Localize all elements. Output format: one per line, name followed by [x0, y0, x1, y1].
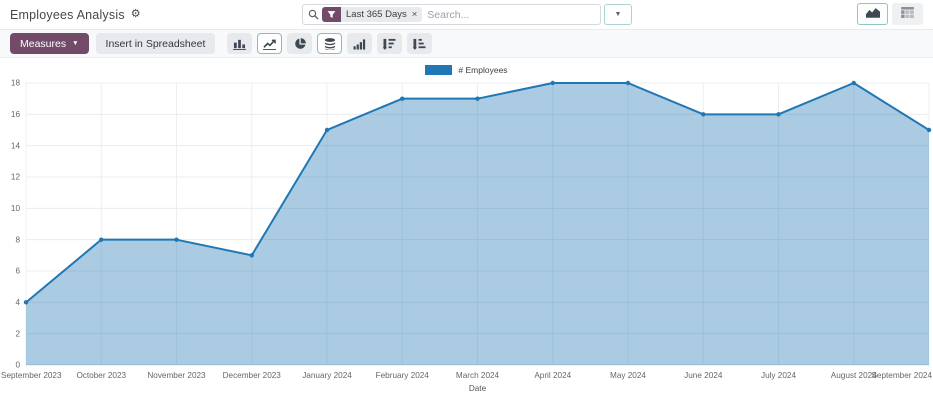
graph-toolbar: Measures ▼ Insert in Spreadsheet: [0, 29, 933, 58]
x-tick-label: July 2024: [761, 371, 796, 380]
legend-swatch: [425, 65, 452, 75]
facet-remove-icon[interactable]: ×: [412, 10, 418, 20]
chart-point[interactable]: [99, 237, 103, 241]
facet-label: Last 365 Days: [346, 9, 407, 20]
sort-ascending-icon: [413, 38, 426, 50]
chart-point[interactable]: [626, 81, 630, 85]
x-tick-label: June 2024: [684, 371, 723, 380]
database-stack-icon: [324, 38, 336, 50]
x-tick-label: September 2024: [871, 371, 932, 380]
line-chart-icon: [263, 38, 276, 50]
chart-legend[interactable]: # Employees: [0, 63, 933, 77]
x-tick-label: May 2024: [610, 371, 646, 380]
view-switcher: [857, 3, 923, 25]
sort-descending-icon: [383, 38, 396, 50]
x-tick-label: November 2023: [147, 371, 206, 380]
chart-area-fill: [26, 83, 929, 365]
y-tick-label: 18: [11, 79, 21, 88]
sort-descending-button[interactable]: [377, 33, 402, 54]
search-input[interactable]: [427, 9, 595, 21]
chart-type-buttons: [227, 33, 432, 54]
chart-point[interactable]: [250, 253, 254, 257]
breadcrumb: Employees Analysis ⚙: [10, 8, 141, 22]
stacked-button[interactable]: [317, 33, 342, 54]
view-button-pivot[interactable]: [892, 3, 923, 25]
chart-point[interactable]: [174, 237, 178, 241]
y-tick-label: 14: [11, 141, 21, 150]
y-tick-label: 6: [15, 267, 20, 276]
top-bar: Employees Analysis ⚙ Last 365 Days × ▼: [0, 0, 933, 29]
ascending-bars-icon: [353, 38, 366, 50]
y-tick-label: 16: [11, 110, 21, 119]
view-button-graph[interactable]: [857, 3, 888, 25]
sort-ascending-button[interactable]: [407, 33, 432, 54]
chart-point[interactable]: [24, 300, 28, 304]
search-dropdown-toggle[interactable]: ▼: [604, 4, 632, 25]
line-chart-button[interactable]: [257, 33, 282, 54]
search-bar: Last 365 Days × ▼: [302, 4, 632, 25]
chevron-down-icon: ▼: [615, 11, 622, 18]
x-tick-label: August 2024: [831, 371, 877, 380]
insert-in-spreadsheet-button[interactable]: Insert in Spreadsheet: [96, 33, 216, 54]
x-tick-label: October 2023: [76, 371, 126, 380]
cumulative-button[interactable]: [347, 33, 372, 54]
chart-point[interactable]: [927, 128, 931, 132]
bar-chart-icon: [233, 38, 246, 50]
pivot-table-icon: [901, 5, 914, 23]
y-tick-label: 4: [15, 298, 20, 307]
x-tick-label: February 2024: [376, 371, 430, 380]
bar-chart-button[interactable]: [227, 33, 252, 54]
y-tick-label: 10: [11, 204, 21, 213]
chart-point[interactable]: [701, 112, 705, 116]
x-tick-label: December 2023: [223, 371, 282, 380]
chart-point[interactable]: [551, 81, 555, 85]
page-title: Employees Analysis: [10, 8, 125, 22]
chart-point[interactable]: [325, 128, 329, 132]
measures-button[interactable]: Measures ▼: [10, 33, 89, 54]
area-chart-icon: [866, 5, 880, 23]
filter-icon: [322, 7, 341, 22]
y-tick-label: 12: [11, 173, 21, 182]
chart-zone: # Employees 0 2 4 6 8 10 12 14 16 18 September 202…: [0, 58, 933, 407]
gear-icon[interactable]: ⚙: [131, 9, 141, 20]
search-facet[interactable]: Last 365 Days ×: [322, 7, 422, 22]
x-tick-label: March 2024: [456, 371, 500, 380]
y-tick-label: 0: [15, 361, 20, 370]
x-tick-label: September 2023: [1, 371, 62, 380]
chart-point[interactable]: [852, 81, 856, 85]
chart-point[interactable]: [475, 96, 479, 100]
pie-chart-button[interactable]: [287, 33, 312, 54]
chart-point[interactable]: [776, 112, 780, 116]
chart-point[interactable]: [400, 96, 404, 100]
x-axis-title: Date: [469, 384, 487, 393]
pie-chart-icon: [294, 38, 306, 50]
chevron-down-icon: ▼: [72, 40, 78, 47]
x-tick-label: April 2024: [534, 371, 571, 380]
employees-line-chart[interactable]: 0 2 4 6 8 10 12 14 16 18 September 2023 October 202…: [0, 77, 933, 407]
y-tick-label: 8: [15, 235, 20, 244]
search-field[interactable]: Last 365 Days ×: [302, 4, 601, 25]
legend-label: # Employees: [458, 65, 507, 75]
x-tick-label: January 2024: [302, 371, 352, 380]
search-icon: [308, 9, 319, 20]
y-tick-label: 2: [15, 329, 20, 338]
